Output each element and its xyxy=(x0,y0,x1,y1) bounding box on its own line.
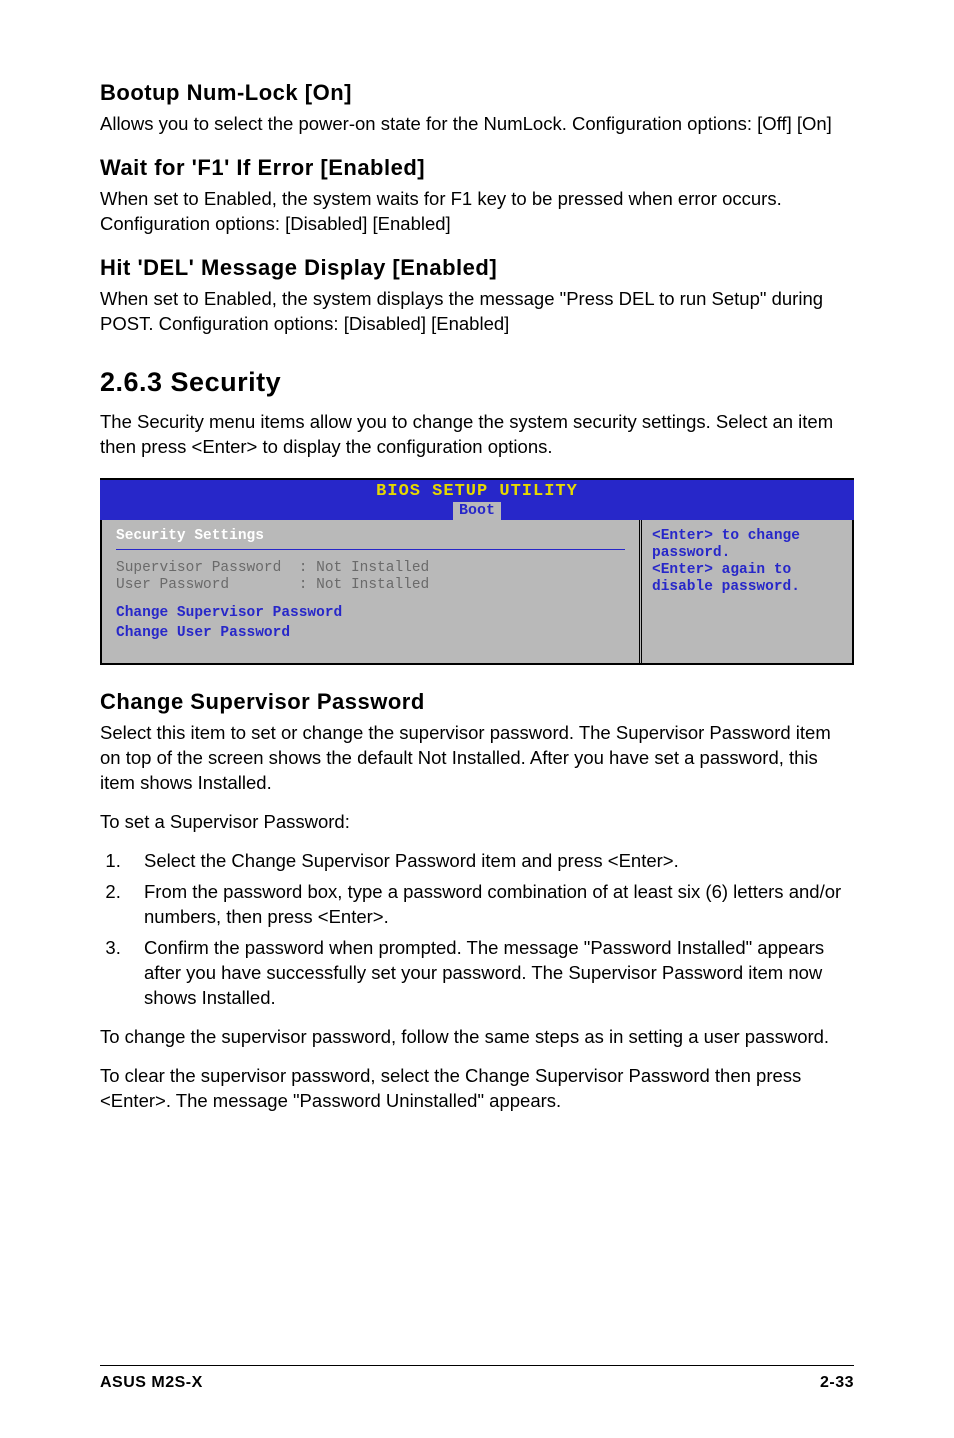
bios-section-title: Security Settings xyxy=(116,528,625,550)
bios-supervisor-status: Supervisor Password : Not Installed xyxy=(116,560,625,576)
paragraph-csp-intro: Select this item to set or change the su… xyxy=(100,721,854,796)
heading-wait-f1: Wait for 'F1' If Error [Enabled] xyxy=(100,155,854,181)
paragraph-security-intro: The Security menu items allow you to cha… xyxy=(100,410,854,460)
paragraph-csp-toset: To set a Supervisor Password: xyxy=(100,810,854,835)
bios-help-line: disable password. xyxy=(652,579,842,595)
heading-hit-del: Hit 'DEL' Message Display [Enabled] xyxy=(100,255,854,281)
list-item: Select the Change Supervisor Password it… xyxy=(126,849,854,874)
bios-help-line: password. xyxy=(652,545,842,561)
list-item: Confirm the password when prompted. The … xyxy=(126,936,854,1011)
bios-title-bar: BIOS SETUP UTILITY Boot xyxy=(100,480,854,521)
footer-left: ASUS M2S-X xyxy=(100,1374,203,1392)
heading-security: 2.6.3 Security xyxy=(100,367,854,398)
bios-content: Security Settings Supervisor Password : … xyxy=(100,520,854,665)
paragraph-hit-del: When set to Enabled, the system displays… xyxy=(100,287,854,337)
ordered-list-csp-steps: Select the Change Supervisor Password it… xyxy=(100,849,854,1011)
bios-help-pane: <Enter> to change password. <Enter> agai… xyxy=(642,520,852,663)
paragraph-csp-clear: To clear the supervisor password, select… xyxy=(100,1064,854,1114)
heading-change-supervisor: Change Supervisor Password xyxy=(100,689,854,715)
bios-change-supervisor: Change Supervisor Password xyxy=(116,605,625,621)
bios-title: BIOS SETUP UTILITY xyxy=(100,482,854,501)
page-footer: ASUS M2S-X 2-33 xyxy=(100,1365,854,1392)
bios-help-line: <Enter> to change xyxy=(652,528,842,544)
paragraph-bootup-numlock: Allows you to select the power-on state … xyxy=(100,112,854,137)
bios-help-line: <Enter> again to xyxy=(652,562,842,578)
heading-bootup-numlock: Bootup Num-Lock [On] xyxy=(100,80,854,106)
bios-change-user: Change User Password xyxy=(116,625,625,641)
bios-left-pane: Security Settings Supervisor Password : … xyxy=(102,520,642,663)
list-item: From the password box, type a password c… xyxy=(126,880,854,930)
paragraph-csp-change: To change the supervisor password, follo… xyxy=(100,1025,854,1050)
bios-tab-boot: Boot xyxy=(453,502,501,521)
bios-screenshot: BIOS SETUP UTILITY Boot Security Setting… xyxy=(100,478,854,666)
paragraph-wait-f1: When set to Enabled, the system waits fo… xyxy=(100,187,854,237)
footer-right: 2-33 xyxy=(820,1374,854,1392)
bios-user-status: User Password : Not Installed xyxy=(116,577,625,593)
